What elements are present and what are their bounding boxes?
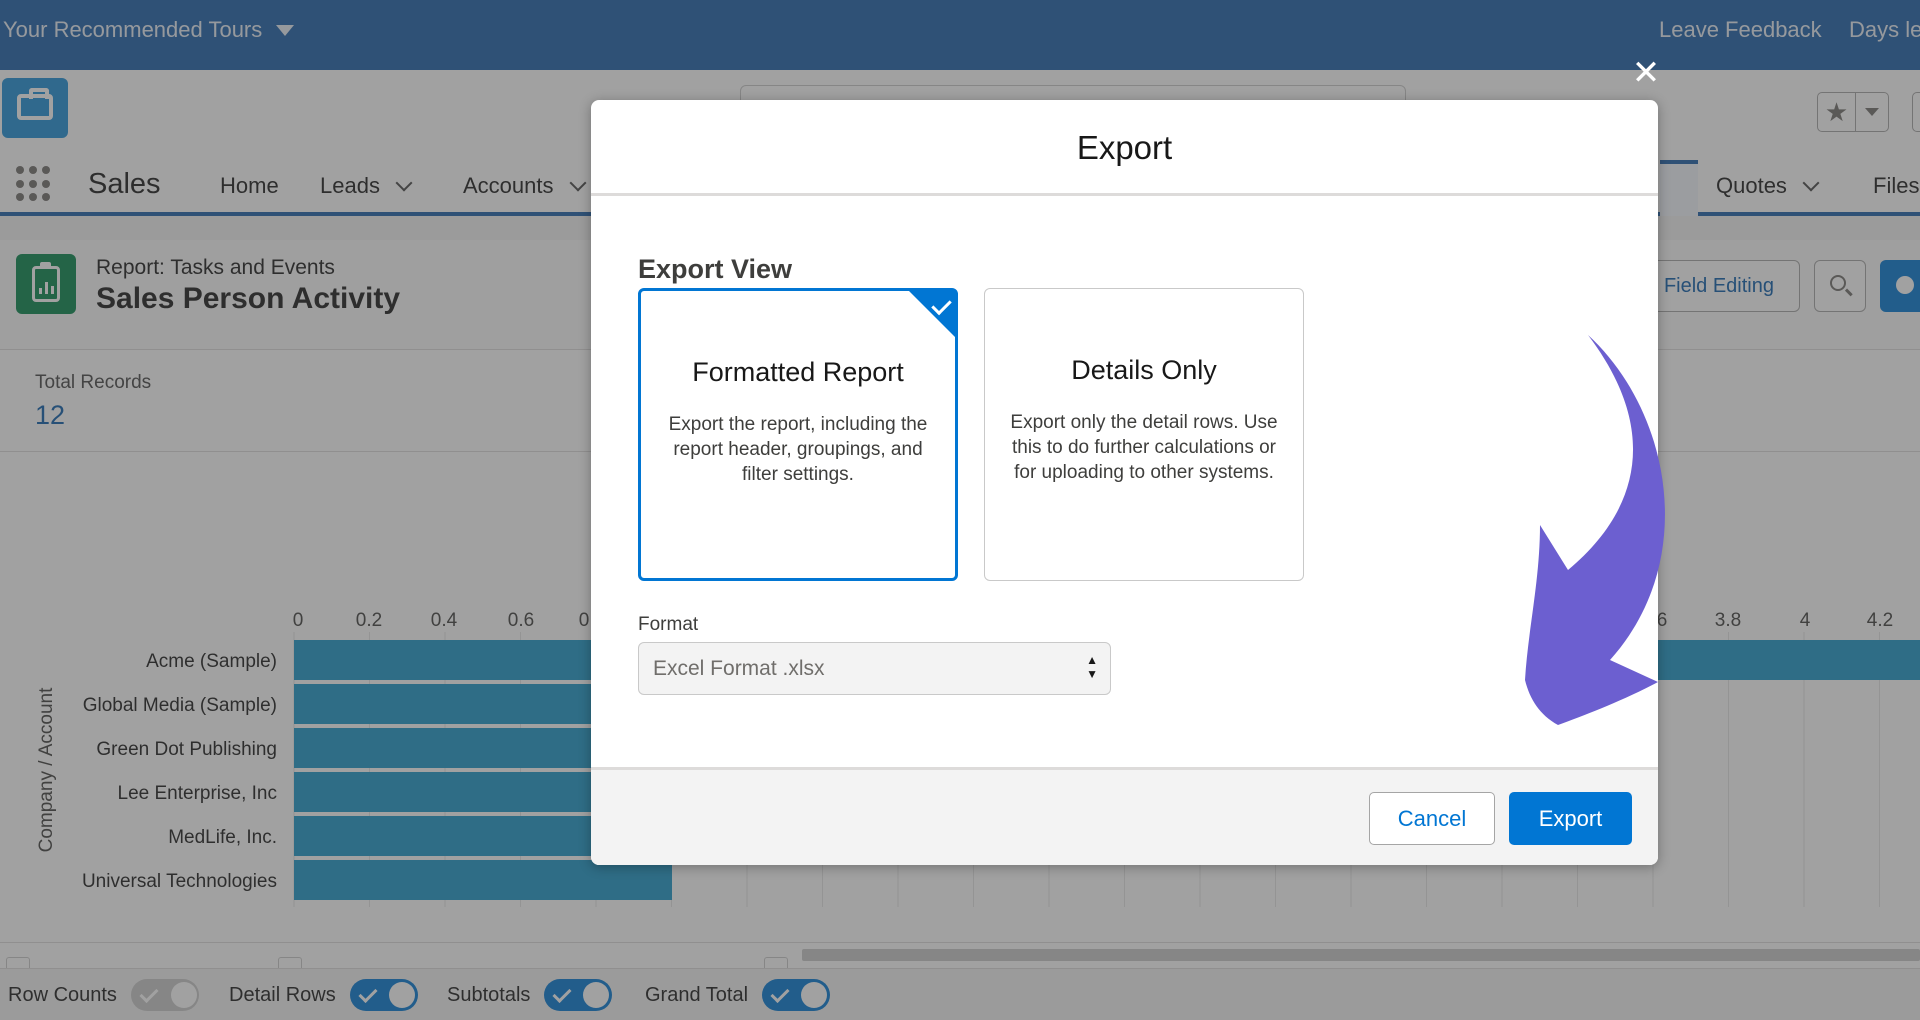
details-only-option[interactable]: Details Only Export only the detail rows… (984, 288, 1304, 581)
export-modal: Export Export View Formatted Report Expo… (591, 100, 1658, 865)
export-button[interactable]: Export (1509, 792, 1632, 845)
option-title: Formatted Report (692, 357, 904, 387)
modal-footer: Cancel Export (591, 767, 1658, 865)
modal-title: Export (591, 100, 1658, 196)
option-description: Export only the detail rows. Use this to… (1010, 412, 1278, 483)
close-icon[interactable]: ✕ (1631, 56, 1661, 90)
option-description: Export the report, including the report … (668, 414, 928, 485)
option-title: Details Only (1071, 355, 1217, 385)
cancel-button[interactable]: Cancel (1369, 792, 1495, 845)
select-arrows-icon: ▲ ▼ (1086, 653, 1098, 681)
annotation-arrow-icon (1525, 335, 1665, 725)
formatted-report-option[interactable]: Formatted Report Export the report, incl… (638, 288, 958, 581)
export-view-heading: Export View (638, 254, 793, 284)
format-select-value: Excel Format .xlsx (653, 657, 825, 680)
selected-corner (908, 290, 956, 338)
format-label: Format (638, 614, 699, 635)
format-select[interactable]: Excel Format .xlsx ▲ ▼ (638, 642, 1111, 695)
